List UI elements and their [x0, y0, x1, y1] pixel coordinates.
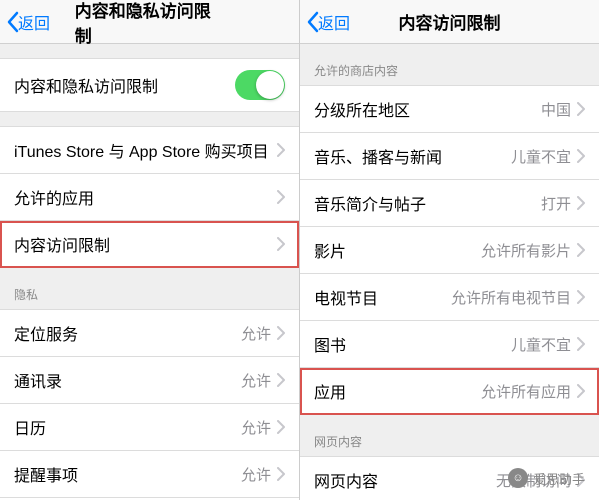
settings-row[interactable]: 定位服务允许 — [0, 309, 299, 357]
row-label: 分级所在地区 — [314, 97, 541, 121]
settings-row[interactable]: 音乐简介与帖子打开 — [300, 180, 599, 227]
watermark: ☺ 爱思助手 — [508, 468, 585, 488]
row-label: 提醒事项 — [14, 462, 241, 486]
settings-row[interactable]: 提醒事项允许 — [0, 451, 299, 498]
row-label: 电视节目 — [314, 285, 451, 309]
row-label: 定位服务 — [14, 321, 241, 345]
settings-row[interactable]: 内容访问限制 — [0, 221, 299, 268]
row-label: 音乐、播客与新闻 — [314, 144, 511, 168]
chevron-right-icon — [277, 190, 285, 204]
settings-row[interactable]: 分级所在地区中国 — [300, 85, 599, 133]
toggle-knob — [256, 71, 284, 99]
chevron-right-icon — [577, 243, 585, 257]
back-button[interactable]: 返回 — [300, 10, 350, 34]
settings-row[interactable]: 应用允许所有应用 — [300, 368, 599, 415]
row-label: 内容访问限制 — [14, 232, 277, 256]
chevron-right-icon — [577, 290, 585, 304]
row-value: 允许所有电视节目 — [451, 287, 571, 308]
chevron-right-icon — [577, 384, 585, 398]
chevron-right-icon — [577, 337, 585, 351]
chevron-right-icon — [277, 143, 285, 157]
chevron-right-icon — [277, 326, 285, 340]
row-label: 允许的应用 — [14, 185, 277, 209]
row-value: 打开 — [541, 193, 571, 214]
settings-row[interactable]: 图书儿童不宜 — [300, 321, 599, 368]
watermark-label: 爱思助手 — [533, 469, 585, 488]
settings-group: 网页内容网页内容无限制访问 — [300, 429, 599, 500]
settings-group: 允许的商店内容分级所在地区中国音乐、播客与新闻儿童不宜音乐简介与帖子打开影片允许… — [300, 58, 599, 415]
watermark-icon: ☺ — [508, 468, 528, 488]
row-label: 内容和隐私访问限制 — [14, 73, 235, 97]
settings-row[interactable]: 通讯录允许 — [0, 357, 299, 404]
chevron-right-icon — [577, 149, 585, 163]
chevron-right-icon — [277, 237, 285, 251]
settings-group: 内容和隐私访问限制 — [0, 58, 299, 112]
row-label: 通讯录 — [14, 368, 241, 392]
row-label: 日历 — [14, 415, 241, 439]
toggle-switch[interactable] — [235, 70, 285, 100]
settings-row[interactable]: 日历允许 — [0, 404, 299, 451]
row-label: 图书 — [314, 332, 511, 356]
settings-row[interactable]: 电视节目允许所有电视节目 — [300, 274, 599, 321]
chevron-right-icon — [577, 102, 585, 116]
settings-row[interactable]: 音乐、播客与新闻儿童不宜 — [300, 133, 599, 180]
page-title: 内容访问限制 — [399, 9, 501, 34]
settings-row[interactable]: 影片允许所有影片 — [300, 227, 599, 274]
right-pane: 返回 内容访问限制 允许的商店内容分级所在地区中国音乐、播客与新闻儿童不宜音乐简… — [300, 0, 599, 500]
row-label: 网页内容 — [314, 468, 496, 492]
settings-row[interactable]: 允许的应用 — [0, 174, 299, 221]
group-header: 允许的商店内容 — [300, 58, 599, 85]
row-value: 中国 — [541, 99, 571, 120]
chevron-right-icon — [277, 420, 285, 434]
row-value: 允许 — [241, 417, 271, 438]
right-header: 返回 内容访问限制 — [300, 0, 599, 44]
chevron-right-icon — [577, 196, 585, 210]
left-scroll[interactable]: 内容和隐私访问限制iTunes Store 与 App Store 购买项目允许… — [0, 44, 299, 500]
back-label: 返回 — [18, 10, 50, 34]
settings-row[interactable]: iTunes Store 与 App Store 购买项目 — [0, 126, 299, 174]
row-label: iTunes Store 与 App Store 购买项目 — [14, 138, 277, 162]
left-header: 返回 内容和隐私访问限制 — [0, 0, 299, 44]
back-label: 返回 — [318, 10, 350, 34]
right-scroll[interactable]: 允许的商店内容分级所在地区中国音乐、播客与新闻儿童不宜音乐简介与帖子打开影片允许… — [300, 44, 599, 500]
settings-group: 隐私定位服务允许通讯录允许日历允许提醒事项允许照片允许共享我的位置允许蓝牙共享允… — [0, 282, 299, 500]
row-value: 允许 — [241, 370, 271, 391]
row-value: 儿童不宜 — [511, 334, 571, 355]
row-label: 应用 — [314, 379, 481, 403]
row-value: 允许 — [241, 464, 271, 485]
row-value: 允许 — [241, 323, 271, 344]
group-header: 网页内容 — [300, 429, 599, 456]
group-header: 隐私 — [0, 282, 299, 309]
settings-row[interactable]: 内容和隐私访问限制 — [0, 58, 299, 112]
row-value: 允许所有影片 — [481, 240, 571, 261]
settings-group: iTunes Store 与 App Store 购买项目允许的应用内容访问限制 — [0, 126, 299, 268]
row-value: 儿童不宜 — [511, 146, 571, 167]
page-title: 内容和隐私访问限制 — [75, 0, 225, 47]
row-label: 影片 — [314, 238, 481, 262]
row-value: 允许所有应用 — [481, 381, 571, 402]
back-button[interactable]: 返回 — [0, 10, 50, 34]
chevron-right-icon — [277, 373, 285, 387]
row-label: 音乐简介与帖子 — [314, 191, 541, 215]
chevron-right-icon — [277, 467, 285, 481]
left-pane: 返回 内容和隐私访问限制 内容和隐私访问限制 iTunes Store 与 App… — [0, 0, 300, 500]
